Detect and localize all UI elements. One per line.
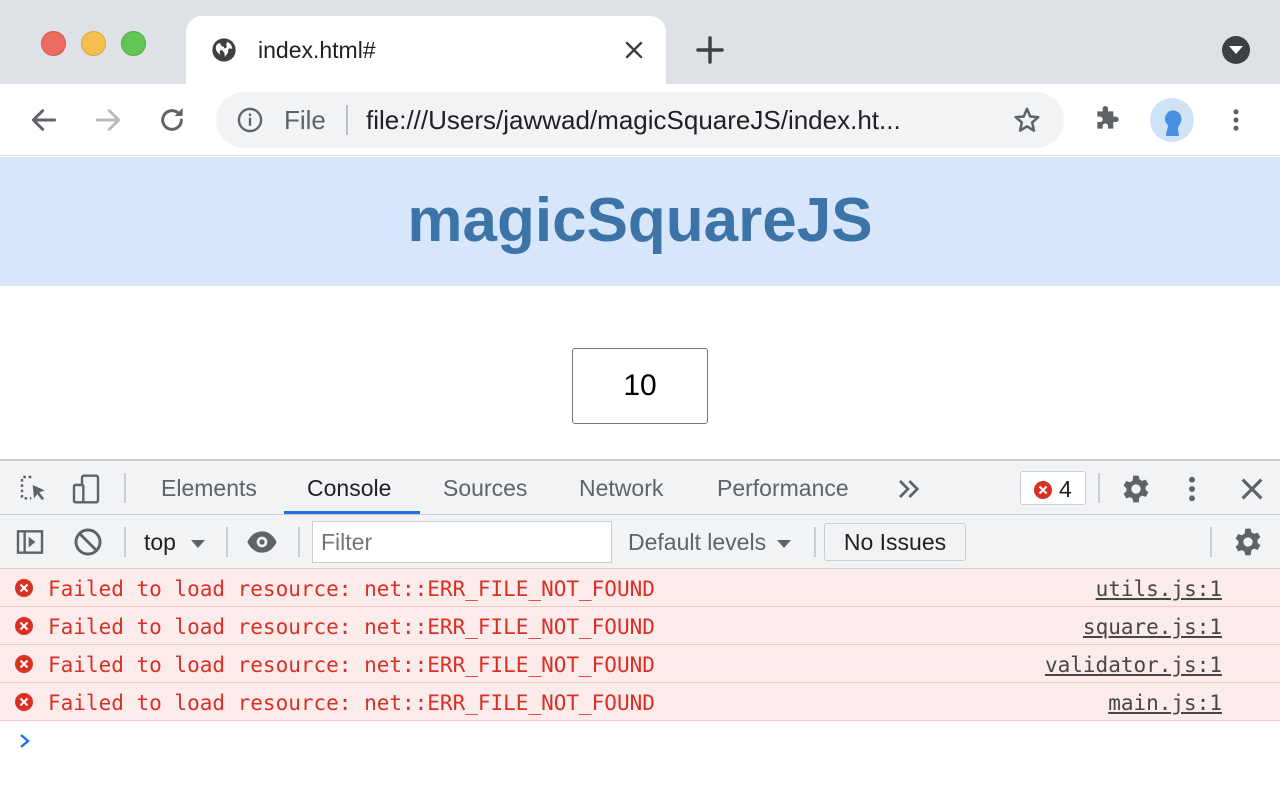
omnibox[interactable]: File file:///Users/jawwad/magicSquareJS/… (216, 92, 1064, 148)
log-levels-dropdown[interactable]: Default levels (628, 527, 792, 557)
settings-gear-icon[interactable] (1120, 473, 1152, 505)
tab-network[interactable]: Network (579, 473, 663, 503)
tab-sources[interactable]: Sources (443, 473, 527, 503)
info-icon[interactable] (236, 106, 264, 134)
console-settings-gear-icon[interactable] (1232, 526, 1264, 558)
dropdown-triangle-icon (777, 540, 792, 548)
close-devtools-icon[interactable] (1236, 473, 1268, 505)
error-source-link[interactable]: utils.js:1 (1096, 576, 1222, 602)
tab-performance[interactable]: Performance (717, 473, 849, 503)
console-error-message: Failed to load resource: net::ERR_FILE_N… (0, 569, 1280, 607)
page-title: magicSquareJS (407, 186, 873, 255)
devtools-panel: Elements Console Sources Network Perform… (0, 459, 1280, 800)
chevron-down-icon (1229, 46, 1243, 54)
error-circle-icon (15, 579, 33, 597)
live-expression-eye-icon[interactable] (246, 526, 278, 558)
tab-strip: index.html# (0, 0, 1280, 84)
size-number-input[interactable] (572, 348, 708, 424)
error-text: Failed to load resource: net::ERR_FILE_N… (48, 653, 655, 677)
console-filter-bar: top Default levels No Issues (0, 515, 1280, 569)
tab-title: index.html# (258, 37, 376, 63)
console-prompt-chevron-icon[interactable] (16, 729, 36, 753)
console-error-message: Failed to load resource: net::ERR_FILE_N… (0, 645, 1280, 683)
console-filter-input[interactable] (312, 521, 612, 563)
console-error-message: Failed to load resource: net::ERR_FILE_N… (0, 683, 1280, 721)
error-count: 4 (1059, 476, 1072, 502)
customize-devtools-icon[interactable] (1176, 473, 1208, 505)
browser-tab[interactable]: index.html# (186, 16, 666, 84)
url-scheme-label: File (284, 105, 326, 135)
profile-icon (1164, 110, 1182, 136)
error-source-link[interactable]: validator.js:1 (1045, 652, 1222, 678)
devtools-tab-bar: Elements Console Sources Network Perform… (0, 461, 1280, 515)
bookmark-star-icon[interactable] (1012, 105, 1042, 135)
extensions-puzzle-icon[interactable] (1092, 102, 1124, 134)
clear-console-icon[interactable] (72, 526, 104, 558)
error-source-link[interactable]: square.js:1 (1083, 614, 1222, 640)
globe-icon (212, 38, 236, 62)
context-selector[interactable]: top (144, 527, 206, 557)
error-circle-icon (15, 655, 33, 673)
console-error-message: Failed to load resource: net::ERR_FILE_N… (0, 607, 1280, 645)
inspect-element-icon[interactable] (18, 473, 50, 505)
more-vertical-icon[interactable] (1222, 104, 1250, 136)
active-tab-indicator (284, 511, 420, 514)
context-label: top (144, 529, 176, 555)
error-text: Failed to load resource: net::ERR_FILE_N… (48, 615, 655, 639)
log-levels-label: Default levels (628, 529, 767, 555)
sidebar-toggle-icon[interactable] (14, 526, 46, 558)
error-circle-icon (15, 693, 33, 711)
error-count-badge[interactable]: 4 (1020, 471, 1086, 505)
toolbar-divider (1098, 473, 1100, 503)
page-viewport: magicSquareJS (0, 157, 1280, 459)
toolbar-divider (814, 527, 816, 557)
close-window-button[interactable] (41, 31, 66, 56)
browser-toolbar: File file:///Users/jawwad/magicSquareJS/… (0, 84, 1280, 156)
reload-icon[interactable] (156, 104, 188, 136)
page-header-banner: magicSquareJS (0, 157, 1280, 286)
toolbar-divider (226, 527, 228, 557)
forward-arrow-icon[interactable] (92, 104, 124, 136)
device-toolbar-icon[interactable] (70, 473, 102, 505)
dropdown-triangle-icon (191, 540, 206, 548)
error-source-link[interactable]: main.js:1 (1108, 690, 1222, 716)
tab-elements[interactable]: Elements (161, 473, 257, 503)
more-tabs-chevron-icon[interactable] (892, 473, 924, 505)
toolbar-divider (1210, 527, 1212, 557)
tab-console[interactable]: Console (307, 473, 391, 503)
url-text[interactable]: file:///Users/jawwad/magicSquareJS/index… (366, 104, 986, 136)
close-tab-icon[interactable] (622, 38, 646, 62)
back-arrow-icon[interactable] (28, 104, 60, 136)
error-text: Failed to load resource: net::ERR_FILE_N… (48, 577, 655, 601)
toolbar-divider (124, 527, 126, 557)
issues-button[interactable]: No Issues (824, 523, 966, 561)
minimize-window-button[interactable] (81, 31, 106, 56)
profile-avatar[interactable] (1150, 98, 1194, 142)
console-messages: Failed to load resource: net::ERR_FILE_N… (0, 569, 1280, 748)
error-text: Failed to load resource: net::ERR_FILE_N… (48, 691, 655, 715)
maximize-window-button[interactable] (121, 31, 146, 56)
new-tab-icon[interactable] (694, 34, 726, 66)
toolbar-divider (124, 473, 126, 503)
error-circle-icon (1034, 481, 1052, 499)
toolbar-divider (298, 527, 300, 557)
tab-search-button[interactable] (1222, 36, 1250, 64)
error-circle-icon (15, 617, 33, 635)
omnibox-divider (346, 105, 348, 135)
